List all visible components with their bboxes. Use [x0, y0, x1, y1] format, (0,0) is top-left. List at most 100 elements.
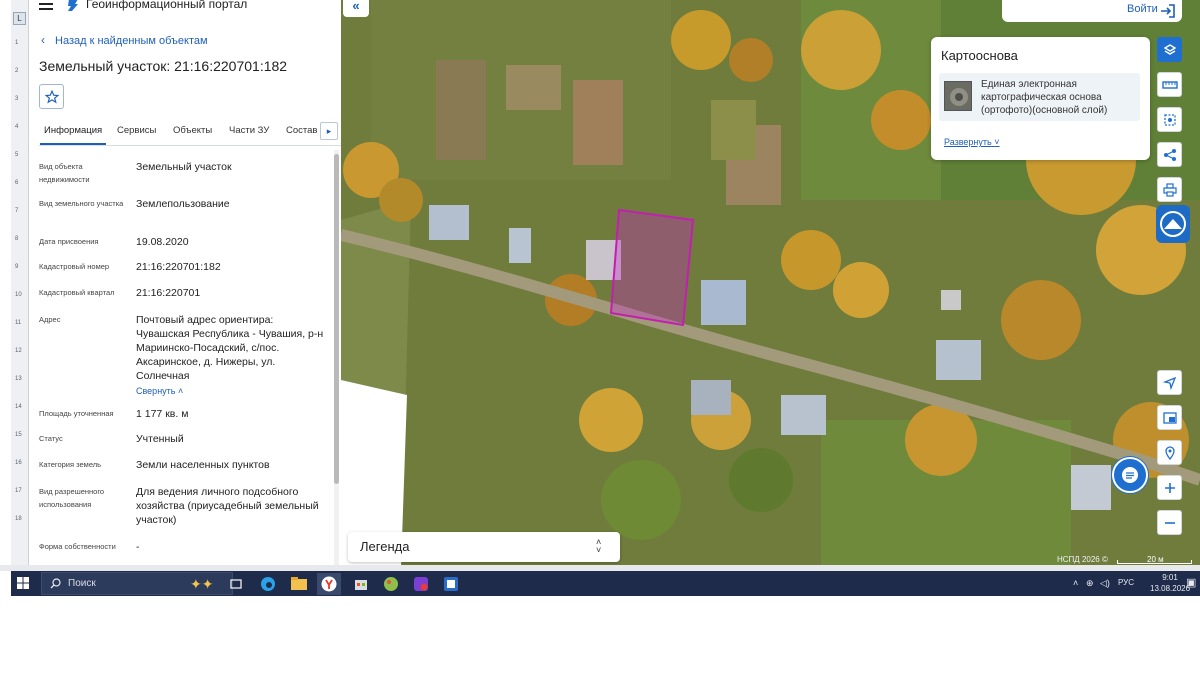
ruler-tick: 18	[15, 516, 22, 522]
edge-browser-icon[interactable]	[258, 574, 278, 594]
print-button[interactable]	[1157, 177, 1182, 202]
clock[interactable]: 9:01 13.08.2026	[1150, 572, 1190, 594]
chevron-left-icon: ‹	[41, 33, 45, 47]
select-area-button[interactable]	[1157, 107, 1182, 132]
speaker-icon[interactable]: ◁)	[1100, 578, 1110, 589]
ruler-tick: 6	[15, 180, 19, 186]
network-icon[interactable]: ⊕	[1086, 578, 1094, 589]
zoom-in-button[interactable]	[1157, 475, 1182, 500]
minus-icon	[1164, 521, 1175, 524]
collapse-panel-button[interactable]: «	[343, 0, 369, 17]
app-icon[interactable]	[411, 574, 431, 594]
login-button[interactable]: Войти	[1127, 3, 1158, 15]
yandex-browser-icon[interactable]	[317, 573, 341, 595]
property-value: 21:16:220701	[136, 287, 201, 299]
property-key: Кадастровый номер	[39, 262, 110, 271]
layers-button[interactable]	[1157, 37, 1182, 62]
back-to-results-link[interactable]: ‹ Назад к найденным объектам	[41, 33, 208, 47]
ruler-tick: 14	[15, 404, 22, 410]
chat-icon	[1122, 467, 1138, 483]
parcel-outline	[609, 208, 695, 327]
expand-link[interactable]: Развернуть ˅	[944, 137, 1000, 147]
menu-icon[interactable]	[39, 0, 53, 10]
ruler-tick: 3	[15, 96, 19, 102]
property-key: Адрес	[39, 315, 61, 324]
windows-start-icon[interactable]	[17, 577, 29, 589]
notifications-icon[interactable]: ▣	[1186, 576, 1196, 589]
basemap-layer-item[interactable]: Единая электронная картографическая осно…	[939, 73, 1140, 121]
app-title: Геоинформационный портал	[86, 0, 248, 11]
basemap-title: Картооснова	[941, 48, 1018, 63]
minimap-icon	[1162, 411, 1177, 424]
property-key: Статус	[39, 434, 63, 443]
chat-button[interactable]	[1112, 457, 1148, 493]
updown-chevron-icon: ˄ ˅	[596, 537, 602, 555]
app-bar: Геоинформационный портал	[29, 0, 341, 14]
chevron-down-icon: ˅	[994, 137, 1000, 147]
file-explorer-icon[interactable]	[289, 574, 309, 594]
store-icon[interactable]	[351, 574, 371, 594]
ruler-tick: 13	[15, 376, 22, 382]
orthophoto-thumbnail	[944, 81, 972, 111]
search-placeholder: Поиск	[68, 578, 96, 589]
property-value: Земли населенных пунктов	[136, 459, 270, 471]
object-title: Земельный участок: 21:16:220701:182	[39, 58, 288, 74]
document-app-icon[interactable]	[441, 574, 461, 594]
task-view-icon[interactable]	[226, 574, 246, 594]
print-icon	[1162, 182, 1177, 197]
tab-objects[interactable]: Объекты	[173, 125, 212, 136]
property-key: Вид объекта недвижимости	[39, 162, 90, 184]
chevron-right-icon: ▸	[326, 126, 332, 136]
legend-dropdown[interactable]: Легенда ˄ ˅	[348, 532, 620, 562]
tabs-scroll-right-button[interactable]: ▸	[320, 122, 338, 140]
ruler-tick: 12	[15, 348, 22, 354]
address-text: Почтовый адрес ориентира: Чувашская Респ…	[136, 314, 324, 382]
ruler-tick: 10	[15, 292, 22, 298]
chevron-up-icon[interactable]: ˄	[1073, 578, 1078, 588]
portal-logo-icon	[68, 0, 78, 11]
property-key: Вид земельного участка	[39, 199, 124, 208]
property-value: Учтенный	[136, 433, 184, 445]
zoom-out-button[interactable]	[1157, 510, 1182, 535]
star-icon	[44, 89, 59, 104]
collapse-link[interactable]: Свернуть ˄	[136, 384, 326, 398]
legend-label: Легенда	[360, 539, 410, 554]
panel-scrollbar[interactable]	[334, 150, 339, 566]
geolocate-button[interactable]	[1157, 370, 1182, 395]
keyboard-language[interactable]: РУС	[1118, 578, 1134, 587]
location-button[interactable]	[1157, 440, 1182, 465]
clock-date: 13.08.2026	[1150, 584, 1191, 593]
property-key: Категория земель	[39, 460, 102, 469]
property-key: Вид разрешенного использования	[39, 487, 105, 509]
scale-label: 20 м	[1147, 555, 1164, 564]
share-button[interactable]	[1157, 142, 1182, 167]
layers-icon	[1163, 43, 1176, 55]
paint-icon[interactable]	[381, 574, 401, 594]
login-icon[interactable]	[1160, 4, 1176, 18]
property-value: 1 177 кв. м	[136, 408, 189, 420]
service-logo-button[interactable]	[1156, 205, 1190, 243]
sparkle-icon: ✦✦	[190, 576, 214, 592]
ruler-tick: 5	[15, 152, 19, 158]
windows-taskbar: Поиск ✦✦ ˄ ⊕ ◁) РУС 9:01 13.08.2026 ▣	[11, 571, 1200, 596]
ruler-tick: 4	[15, 124, 19, 130]
tab-services[interactable]: Сервисы	[117, 125, 156, 136]
ruler-toggle-icon[interactable]: L	[13, 12, 26, 25]
favorite-button[interactable]	[39, 84, 64, 109]
collapse-label: Свернуть	[136, 386, 176, 396]
location-pin-icon	[1164, 445, 1175, 460]
clock-time: 9:01	[1162, 573, 1178, 582]
tab-parts[interactable]: Части ЗУ	[229, 125, 269, 136]
ruler-tick: 17	[15, 488, 22, 494]
scrollbar-thumb[interactable]	[334, 154, 339, 484]
tab-composition[interactable]: Состав	[286, 125, 317, 136]
select-area-icon	[1163, 113, 1176, 126]
tab-information[interactable]: Информация	[39, 125, 107, 145]
object-info-panel: Геоинформационный портал ‹ Назад к найден…	[29, 0, 341, 568]
minimap-button[interactable]	[1157, 405, 1182, 430]
measure-button[interactable]	[1157, 72, 1182, 97]
property-value: Почтовый адрес ориентира: Чувашская Респ…	[136, 313, 326, 398]
chevron-up-icon: ˄	[178, 386, 184, 396]
taskbar-search-box[interactable]: Поиск ✦✦	[41, 572, 233, 595]
basemap-card: Картооснова Единая электронная картограф…	[931, 37, 1150, 160]
